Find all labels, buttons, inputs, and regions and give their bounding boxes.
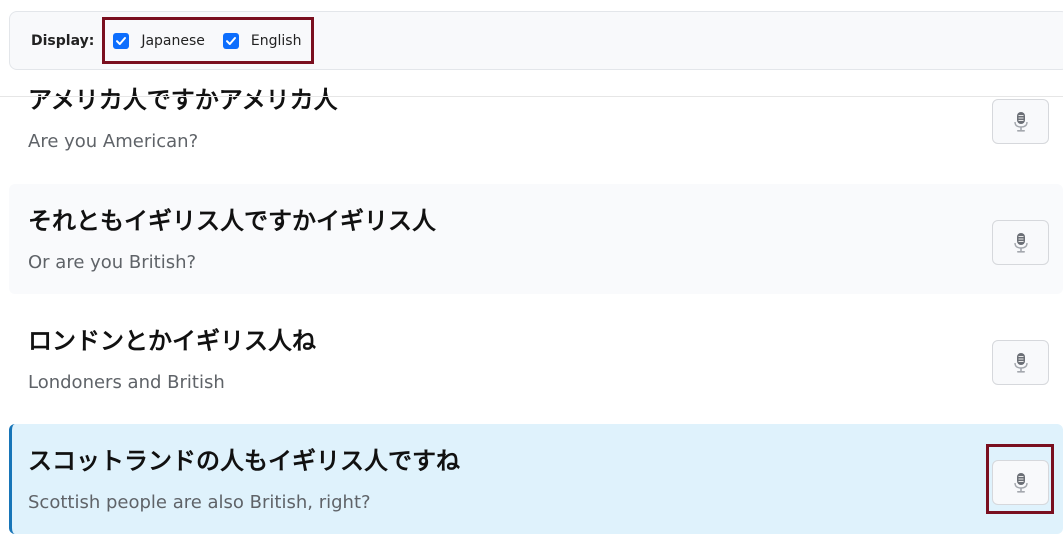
sentence-english: Londoners and British [28,372,225,393]
sentence-row-2: それともイギリス人ですかイギリス人 Or are you British? [9,184,1063,294]
sentence-row-1: アメリカ人ですかアメリカ人 Are you American? [9,63,1063,173]
japanese-checkbox[interactable]: Japanese [113,32,205,49]
display-label: Display: [31,32,95,49]
play-audio-button[interactable] [992,340,1049,385]
checkbox-checked-icon[interactable] [222,32,239,49]
play-audio-button[interactable] [992,99,1049,144]
sentence-english: Are you American? [28,131,199,152]
sentence-japanese: スコットランドの人もイギリス人ですね [28,447,460,475]
toolbar-divider [0,96,1063,97]
display-options: Japanese English [102,17,315,64]
japanese-label: Japanese [141,32,205,49]
sentence-english: Or are you British? [28,252,197,273]
microphone-icon [1013,352,1028,373]
sentence-japanese: アメリカ人ですかアメリカ人 [28,86,338,114]
sentence-japanese: それともイギリス人ですかイギリス人 [28,207,436,235]
sentence-japanese: ロンドンとかイギリス人ね [28,327,316,355]
sentence-english: Scottish people are also British, right? [28,492,371,513]
microphone-icon [1013,232,1028,253]
play-audio-button[interactable] [992,220,1049,265]
sentence-row-3: ロンドンとかイギリス人ね Londoners and British [9,304,1063,414]
english-label: English [250,32,302,49]
english-checkbox[interactable]: English [222,32,302,49]
sentence-row-4-active: スコットランドの人もイギリス人ですね Scottish people are a… [9,424,1063,534]
display-toolbar: Display: Japanese English [9,11,1063,70]
microphone-icon [1013,111,1028,132]
highlight-frame [986,444,1054,514]
sentence-list: アメリカ人ですかアメリカ人 Are you American? それともイギリス… [9,0,1063,550]
checkbox-checked-icon[interactable] [113,32,130,49]
